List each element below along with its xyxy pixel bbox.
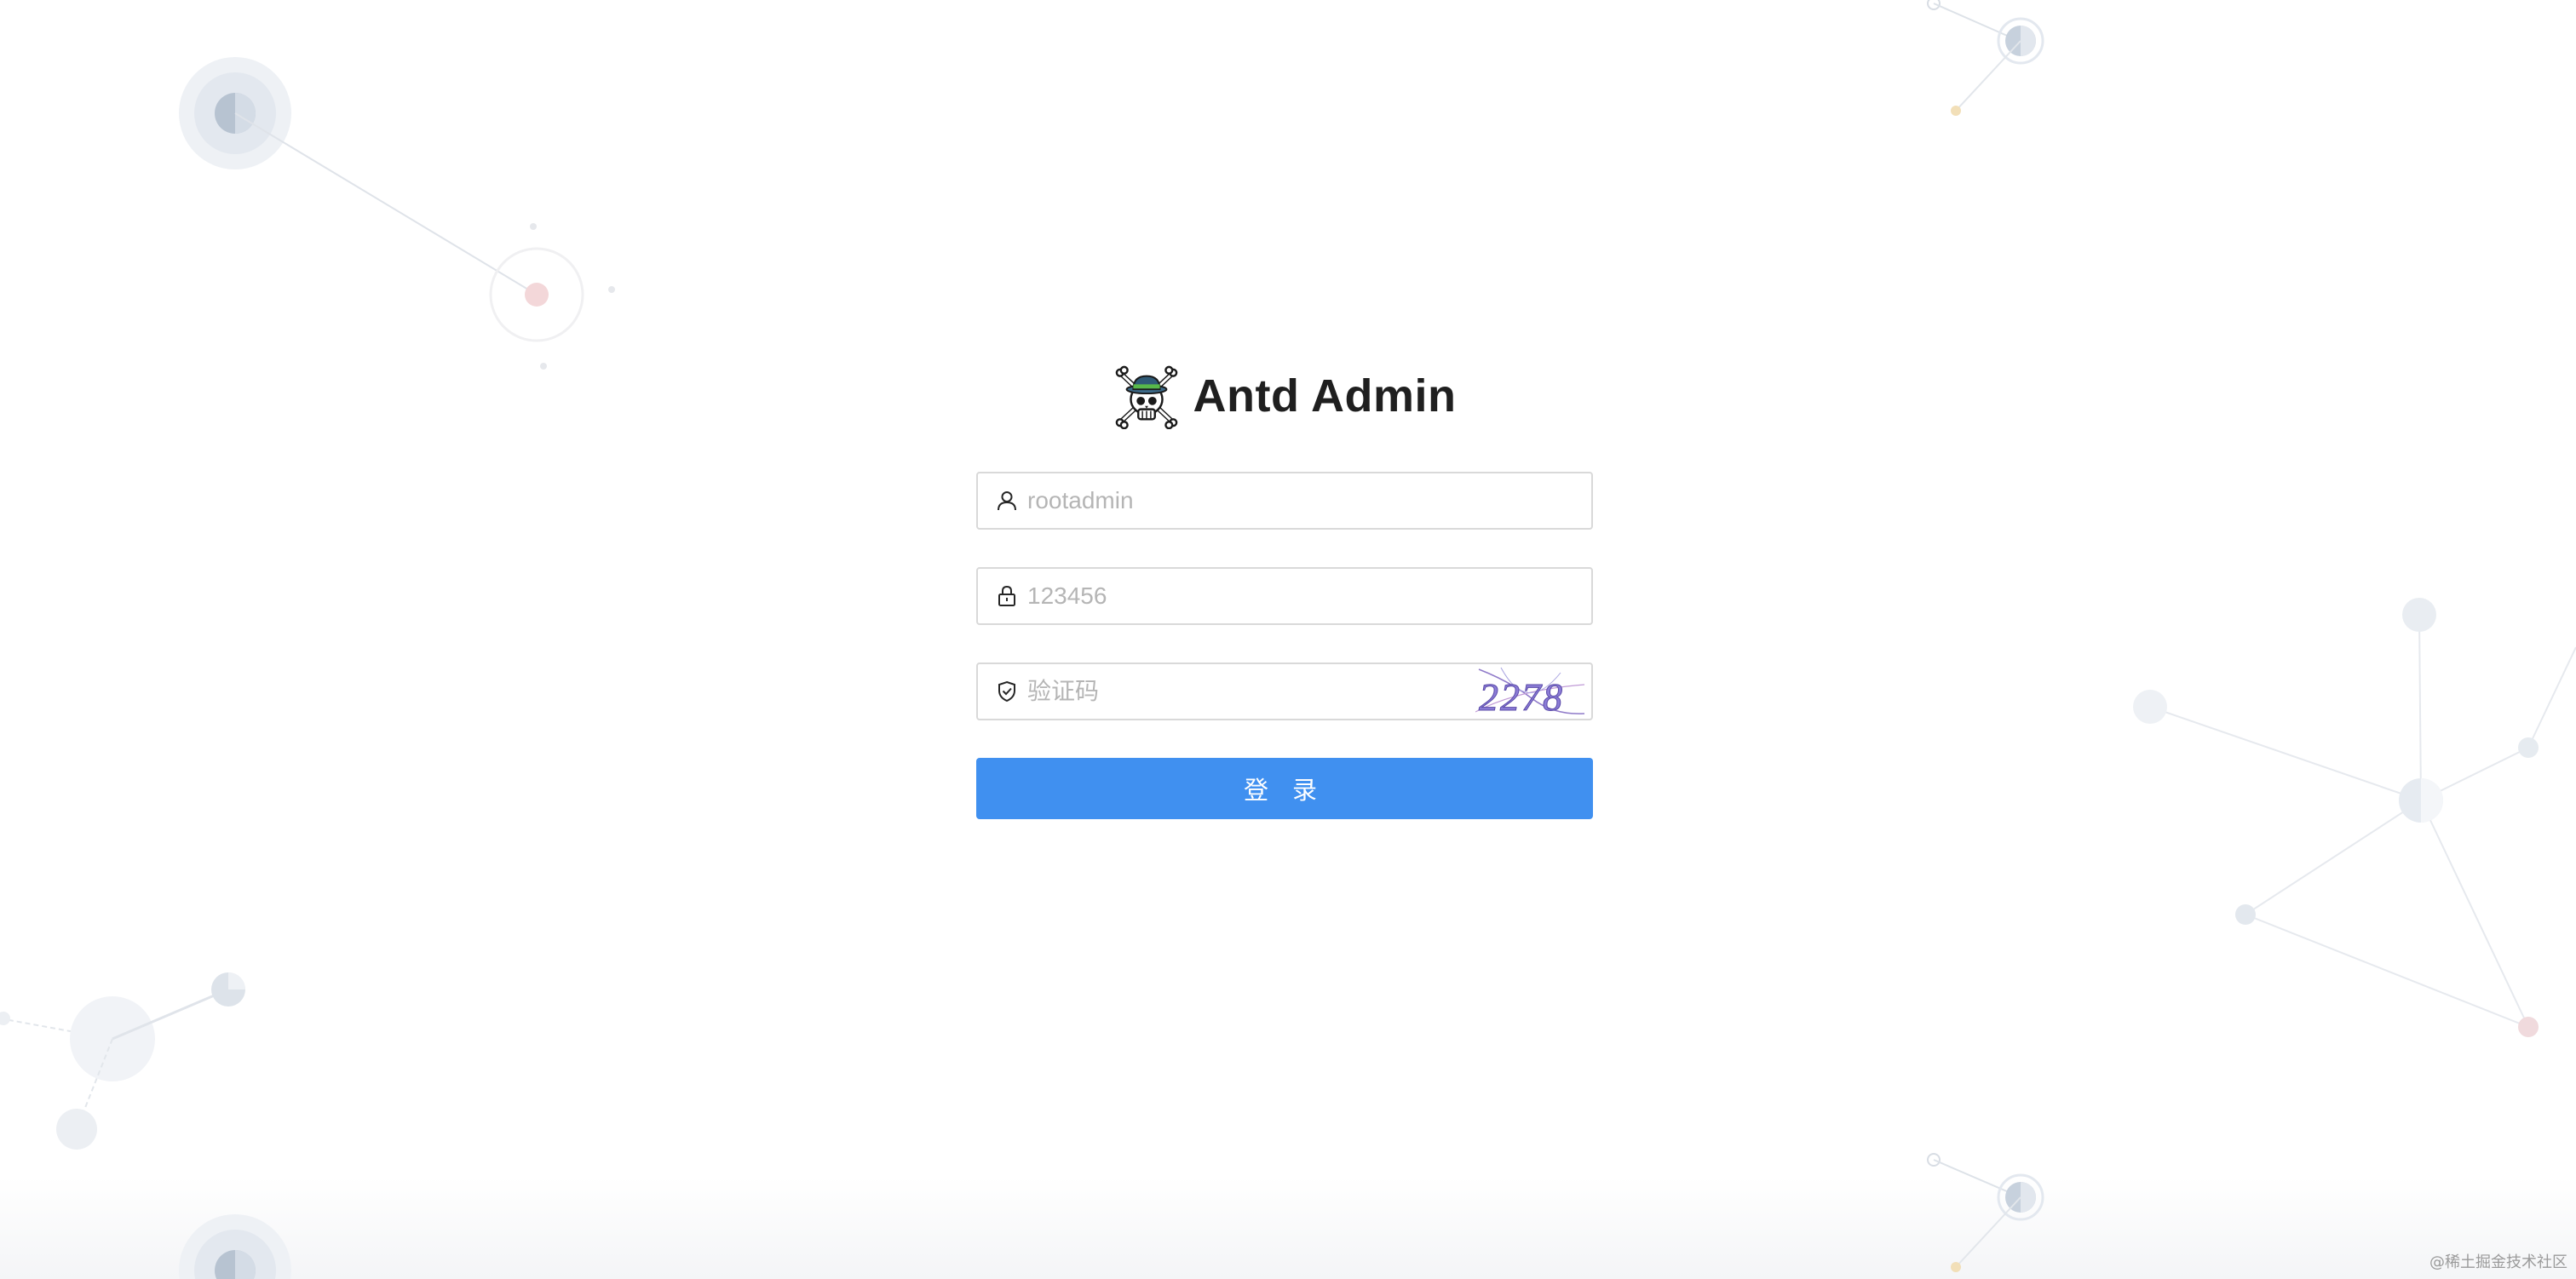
lock-icon [995, 584, 1019, 608]
password-input[interactable] [1027, 571, 1574, 622]
username-field[interactable] [976, 472, 1593, 530]
captcha-code: 2278 [1479, 675, 1564, 719]
password-field[interactable] [976, 567, 1593, 625]
watermark-text: @稀土掘金技术社区 [2429, 1253, 2567, 1271]
brand-header: Antd Admin [976, 358, 1593, 434]
skull-logo-icon [1115, 365, 1177, 429]
login-form: Antd Admin rootadmin 验证码 2278 登 录 [976, 358, 1593, 819]
app-title: Antd Admin [1193, 370, 1457, 422]
login-button[interactable]: 登 录 [976, 758, 1593, 819]
captcha-image[interactable]: 2278 [1475, 664, 1586, 719]
user-icon [995, 489, 1019, 513]
login-page: Antd Admin rootadmin 验证码 2278 登 录 @稀土掘金技… [0, 0, 2576, 1279]
captcha-field[interactable]: 2278 [976, 662, 1593, 720]
username-input[interactable] [1027, 475, 1574, 526]
safety-shield-icon [995, 680, 1019, 703]
